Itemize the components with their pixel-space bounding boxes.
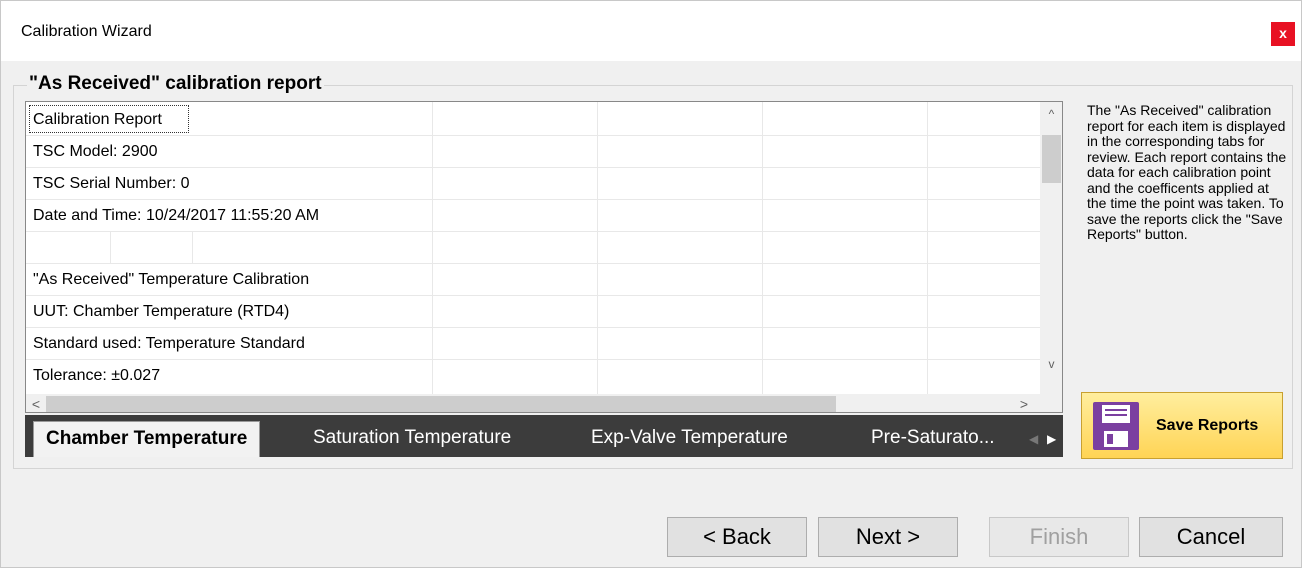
report-row[interactable]: UUT: Chamber Temperature (RTD4) bbox=[26, 296, 1042, 328]
title-bar: Calibration Wizard x bbox=[1, 1, 1301, 61]
tab-scroll-right-icon[interactable]: ▶ bbox=[1047, 429, 1056, 449]
vertical-scrollbar[interactable]: ^ v bbox=[1040, 102, 1062, 396]
scroll-down-arrow-icon[interactable]: v bbox=[1040, 354, 1062, 374]
report-row[interactable]: Date and Time: 10/24/2017 11:55:20 AM bbox=[26, 200, 1042, 232]
cancel-button[interactable]: Cancel bbox=[1139, 517, 1283, 557]
tab-exp-valve-temperature[interactable]: Exp-Valve Temperature bbox=[591, 421, 788, 455]
report-row[interactable] bbox=[26, 232, 1042, 264]
report-row[interactable]: Tolerance: ±0.027 bbox=[26, 360, 1042, 392]
selected-cell-focus bbox=[29, 105, 189, 133]
report-grid[interactable]: Calibration Report TSC Model: 2900 TSC S… bbox=[25, 101, 1063, 413]
tab-chamber-temperature[interactable]: Chamber Temperature bbox=[33, 421, 261, 457]
grid-cell-divider bbox=[192, 232, 193, 264]
scroll-left-arrow-icon[interactable]: < bbox=[26, 394, 46, 412]
report-tab-strip: Chamber Temperature Saturation Temperatu… bbox=[25, 415, 1063, 457]
horizontal-scroll-thumb[interactable] bbox=[46, 396, 836, 412]
save-reports-label: Save Reports bbox=[1156, 417, 1259, 434]
scroll-up-arrow-icon[interactable]: ^ bbox=[1040, 104, 1062, 124]
horizontal-scrollbar[interactable]: < > bbox=[26, 394, 1040, 412]
scroll-right-arrow-icon[interactable]: > bbox=[1014, 394, 1034, 412]
group-title: "As Received" calibration report bbox=[27, 73, 324, 95]
finish-button[interactable]: Finish bbox=[989, 517, 1129, 557]
report-row[interactable]: "As Received" Temperature Calibration bbox=[26, 264, 1042, 296]
close-button[interactable]: x bbox=[1271, 22, 1295, 46]
floppy-disk-icon bbox=[1093, 402, 1139, 450]
grid-cell-divider bbox=[110, 232, 111, 264]
next-button[interactable]: Next > bbox=[818, 517, 958, 557]
vertical-scroll-thumb[interactable] bbox=[1042, 135, 1061, 183]
calibration-wizard-window: Calibration Wizard x "As Received" calib… bbox=[0, 0, 1302, 568]
help-text: The "As Received" calibration report for… bbox=[1087, 102, 1287, 242]
tab-pre-saturator[interactable]: Pre-Saturato... bbox=[871, 421, 995, 455]
report-row[interactable]: TSC Serial Number: 0 bbox=[26, 168, 1042, 200]
back-button[interactable]: < Back bbox=[667, 517, 807, 557]
tab-saturation-temperature[interactable]: Saturation Temperature bbox=[313, 421, 511, 455]
save-reports-button[interactable]: Save Reports bbox=[1081, 392, 1283, 459]
window-title: Calibration Wizard bbox=[21, 23, 152, 40]
tab-scroll-left-icon[interactable]: ◀ bbox=[1029, 429, 1038, 449]
report-row[interactable]: TSC Model: 2900 bbox=[26, 136, 1042, 168]
report-row[interactable]: Standard used: Temperature Standard bbox=[26, 328, 1042, 360]
scrollbar-corner bbox=[1040, 394, 1062, 412]
